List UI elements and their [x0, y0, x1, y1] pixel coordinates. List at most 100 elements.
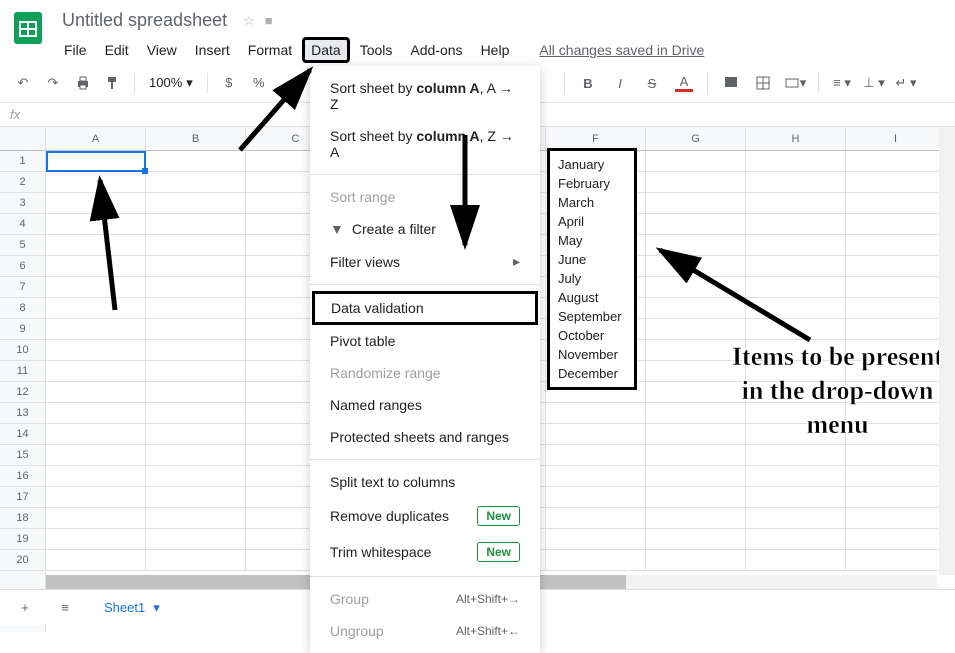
cell[interactable] — [846, 256, 946, 277]
cell[interactable] — [546, 466, 646, 487]
all-sheets-icon[interactable]: ≡ — [52, 595, 78, 621]
cell[interactable] — [746, 172, 846, 193]
cell[interactable] — [46, 193, 146, 214]
cell[interactable] — [746, 214, 846, 235]
cell[interactable] — [146, 235, 246, 256]
cell[interactable] — [746, 508, 846, 529]
cell[interactable] — [646, 277, 746, 298]
cell[interactable] — [646, 529, 746, 550]
redo-icon[interactable]: ↷ — [40, 70, 66, 96]
col-header[interactable]: A — [46, 127, 146, 150]
cell[interactable] — [846, 466, 946, 487]
row-header[interactable]: 20 — [0, 550, 45, 571]
cell[interactable] — [646, 193, 746, 214]
cell[interactable] — [46, 277, 146, 298]
col-header[interactable]: B — [146, 127, 246, 150]
cell[interactable] — [846, 214, 946, 235]
cell[interactable] — [646, 466, 746, 487]
cell[interactable] — [146, 298, 246, 319]
italic-icon[interactable]: I — [607, 70, 633, 96]
cell[interactable] — [146, 151, 246, 172]
dd-sort-za[interactable]: Sort sheet by column A, Z → A — [310, 120, 540, 168]
cell[interactable] — [746, 256, 846, 277]
row-header[interactable]: 4 — [0, 214, 45, 235]
cell[interactable] — [146, 340, 246, 361]
cell[interactable] — [846, 151, 946, 172]
print-icon[interactable] — [70, 70, 96, 96]
cell[interactable] — [546, 529, 646, 550]
row-header[interactable]: 16 — [0, 466, 45, 487]
row-header[interactable]: 9 — [0, 319, 45, 340]
dd-protected[interactable]: Protected sheets and ranges — [310, 421, 540, 453]
cell[interactable] — [746, 298, 846, 319]
dd-create-filter[interactable]: ▼Create a filter — [310, 213, 540, 245]
menu-edit[interactable]: Edit — [97, 38, 137, 62]
row-header[interactable]: 2 — [0, 172, 45, 193]
dd-remove-dup[interactable]: Remove duplicatesNew — [310, 498, 540, 534]
merge-icon[interactable]: ▾ — [782, 70, 808, 96]
cell[interactable] — [146, 487, 246, 508]
percent-button[interactable]: % — [246, 70, 272, 96]
cell[interactable] — [746, 487, 846, 508]
cell[interactable] — [146, 214, 246, 235]
cell[interactable] — [646, 214, 746, 235]
text-color-icon[interactable]: A — [671, 70, 697, 96]
add-sheet-icon[interactable]: + — [12, 595, 38, 621]
cell[interactable] — [46, 340, 146, 361]
cell[interactable] — [746, 466, 846, 487]
cell[interactable] — [846, 550, 946, 571]
cell[interactable] — [546, 403, 646, 424]
undo-icon[interactable]: ↶ — [10, 70, 36, 96]
menu-data[interactable]: Data — [302, 37, 350, 63]
cell[interactable] — [746, 529, 846, 550]
cell[interactable] — [46, 256, 146, 277]
cell[interactable] — [146, 466, 246, 487]
cell[interactable] — [846, 319, 946, 340]
cell[interactable] — [146, 319, 246, 340]
cell[interactable] — [646, 235, 746, 256]
cell[interactable] — [146, 550, 246, 571]
cell[interactable] — [546, 487, 646, 508]
cell[interactable] — [846, 487, 946, 508]
cell[interactable] — [746, 550, 846, 571]
borders-icon[interactable] — [750, 70, 776, 96]
row-header[interactable]: 5 — [0, 235, 45, 256]
cell[interactable] — [46, 151, 146, 172]
menu-addons[interactable]: Add-ons — [402, 38, 470, 62]
cell[interactable] — [846, 277, 946, 298]
star-icon[interactable]: ☆ — [243, 13, 255, 29]
menu-format[interactable]: Format — [240, 38, 300, 62]
cell[interactable] — [146, 256, 246, 277]
cell[interactable] — [46, 319, 146, 340]
cell[interactable] — [146, 172, 246, 193]
col-header[interactable]: G — [646, 127, 746, 150]
cell[interactable] — [46, 382, 146, 403]
paint-format-icon[interactable] — [100, 70, 126, 96]
cell[interactable] — [546, 550, 646, 571]
row-header[interactable]: 8 — [0, 298, 45, 319]
valign-icon[interactable]: ⊥ ▾ — [861, 70, 887, 96]
cell[interactable] — [646, 256, 746, 277]
row-header[interactable]: 18 — [0, 508, 45, 529]
dd-filter-views[interactable]: Filter views▸ — [310, 245, 540, 278]
sheets-logo[interactable] — [8, 8, 48, 48]
cell[interactable] — [746, 319, 846, 340]
strikethrough-icon[interactable]: S — [639, 70, 665, 96]
cell[interactable] — [46, 487, 146, 508]
dd-split-text[interactable]: Split text to columns — [310, 466, 540, 498]
cell[interactable] — [646, 487, 746, 508]
col-header[interactable]: F — [546, 127, 646, 150]
cell[interactable] — [146, 382, 246, 403]
cell[interactable] — [546, 508, 646, 529]
cell[interactable] — [146, 508, 246, 529]
selection-handle[interactable] — [142, 168, 148, 174]
row-header[interactable]: 3 — [0, 193, 45, 214]
cell[interactable] — [146, 529, 246, 550]
cell[interactable] — [846, 193, 946, 214]
sheet-tab[interactable]: Sheet1 ▾ — [92, 594, 172, 622]
select-all-corner[interactable] — [0, 127, 45, 151]
cell[interactable] — [46, 361, 146, 382]
wrap-icon[interactable]: ↵ ▾ — [893, 70, 919, 96]
dd-trim[interactable]: Trim whitespaceNew — [310, 534, 540, 570]
cell[interactable] — [46, 214, 146, 235]
